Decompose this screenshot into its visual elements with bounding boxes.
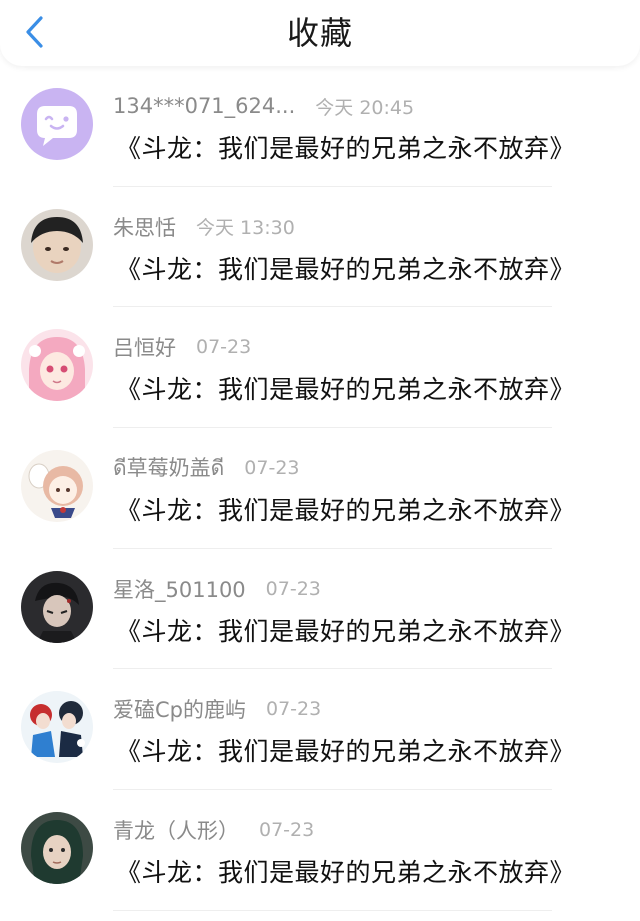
username: ดี草莓奶盖ดี xyxy=(113,455,225,480)
post-title: 《斗龙：我们是最好的兄弟之永不放弃》 xyxy=(116,375,576,405)
avatar[interactable] xyxy=(21,812,93,885)
username: 青龙（人形） xyxy=(113,819,239,844)
username: 吕恒好 xyxy=(113,336,176,361)
timestamp: 07-23 xyxy=(265,577,321,600)
timestamp: 今天 20:45 xyxy=(315,96,415,119)
post-title: 《斗龙：我们是最好的兄弟之永不放弃》 xyxy=(116,858,576,888)
username: 爱磕Cp的鹿屿 xyxy=(113,698,246,723)
post-title: 《斗龙：我们是最好的兄弟之永不放弃》 xyxy=(116,616,576,646)
list-item[interactable]: 星洛_501100 07-23 《斗龙：我们是最好的兄弟之永不放弃》 xyxy=(0,549,640,670)
top-bar: 收藏 xyxy=(0,0,640,66)
post-title: 《斗龙：我们是最好的兄弟之永不放弃》 xyxy=(116,737,576,767)
avatar[interactable] xyxy=(21,691,93,764)
list-item[interactable]: ดี草莓奶盖ดี 07-23 《斗龙：我们是最好的兄弟之永不放弃》 xyxy=(0,428,640,549)
favorites-list: 134***071_624... 今天 20:45 《斗龙：我们是最好的兄弟之永… xyxy=(0,66,640,911)
avatar[interactable] xyxy=(21,208,93,281)
timestamp: 07-23 xyxy=(259,819,315,842)
avatar[interactable] xyxy=(21,329,93,402)
username: 朱思恬 xyxy=(113,215,176,240)
couple-anime-icon xyxy=(21,691,93,764)
page-title: 收藏 xyxy=(286,14,353,52)
pink-anime-icon xyxy=(21,329,93,402)
avatar[interactable] xyxy=(21,570,93,643)
post-title: 《斗龙：我们是最好的兄弟之永不放弃》 xyxy=(116,496,576,526)
post-title: 《斗龙：我们是最好的兄弟之永不放弃》 xyxy=(116,134,576,163)
list-item[interactable]: 朱思恬 今天 13:30 《斗龙：我们是最好的兄弟之永不放弃》 xyxy=(0,187,640,308)
avatar[interactable] xyxy=(21,450,93,523)
child-photo-icon xyxy=(21,208,93,281)
username: 星洛_501100 xyxy=(113,577,246,602)
chat-bubble-icon xyxy=(21,88,93,160)
timestamp: 07-23 xyxy=(244,457,300,480)
list-item[interactable]: 青龙（人形） 07-23 《斗龙：我们是最好的兄弟之永不放弃》 xyxy=(0,790,640,911)
timestamp: 07-23 xyxy=(266,698,322,721)
username: 134***071_624... xyxy=(113,94,296,118)
list-item[interactable]: 吕恒好 07-23 《斗龙：我们是最好的兄弟之永不放弃》 xyxy=(0,307,640,429)
chibi-girl-icon xyxy=(21,450,93,523)
list-item[interactable]: 134***071_624... 今天 20:45 《斗龙：我们是最好的兄弟之永… xyxy=(0,66,640,187)
dark-anime-icon xyxy=(21,570,93,643)
timestamp: 今天 13:30 xyxy=(196,217,295,240)
green-hair-icon xyxy=(21,812,93,885)
divider xyxy=(113,909,552,911)
avatar[interactable] xyxy=(21,88,93,160)
post-title: 《斗龙：我们是最好的兄弟之永不放弃》 xyxy=(116,254,576,284)
timestamp: 07-23 xyxy=(196,336,252,359)
list-item[interactable]: 爱磕Cp的鹿屿 07-23 《斗龙：我们是最好的兄弟之永不放弃》 xyxy=(0,669,640,791)
